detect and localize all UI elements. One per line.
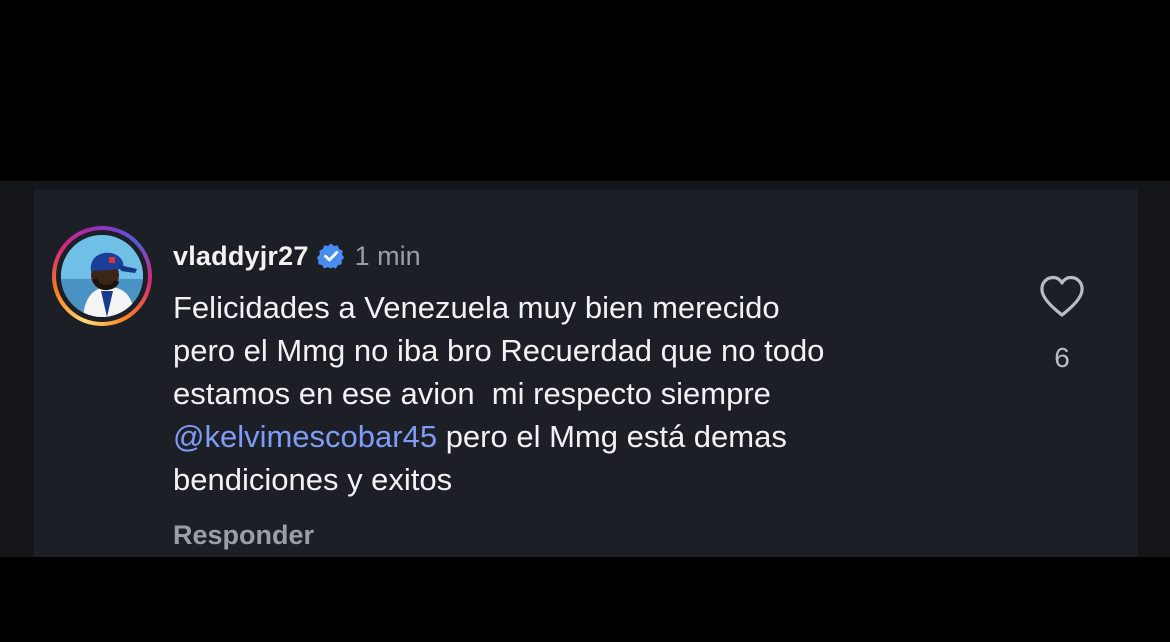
- avatar[interactable]: [61, 235, 143, 317]
- avatar-photo-icon: [61, 235, 143, 317]
- mention-link[interactable]: @kelvimescobar45: [173, 419, 437, 454]
- heart-outline-icon: [1040, 275, 1084, 317]
- like-button[interactable]: [1038, 274, 1086, 320]
- avatar-ring-gap: [56, 230, 148, 322]
- panel-edge-right: [1138, 181, 1170, 557]
- like-count: 6: [1054, 342, 1070, 373]
- comment-text-part-1: Felicidades a Venezuela muy bien merecid…: [173, 290, 825, 411]
- panel-edge-left: [0, 181, 34, 557]
- comment-panel: vladdyjr27 1 min Felicidades a Venezuela…: [0, 181, 1170, 557]
- comment-item: vladdyjr27 1 min Felicidades a Venezuela…: [34, 190, 1138, 557]
- avatar-story-ring[interactable]: [52, 226, 152, 326]
- comment-header: vladdyjr27 1 min: [173, 236, 421, 276]
- verified-badge-icon: [316, 242, 345, 270]
- reply-button[interactable]: Responder: [173, 520, 314, 551]
- username-link[interactable]: vladdyjr27: [173, 241, 309, 272]
- screenshot-page: vladdyjr27 1 min Felicidades a Venezuela…: [0, 0, 1170, 642]
- comment-timestamp: 1 min: [354, 240, 421, 271]
- comment-body: Felicidades a Venezuela muy bien merecid…: [173, 286, 993, 501]
